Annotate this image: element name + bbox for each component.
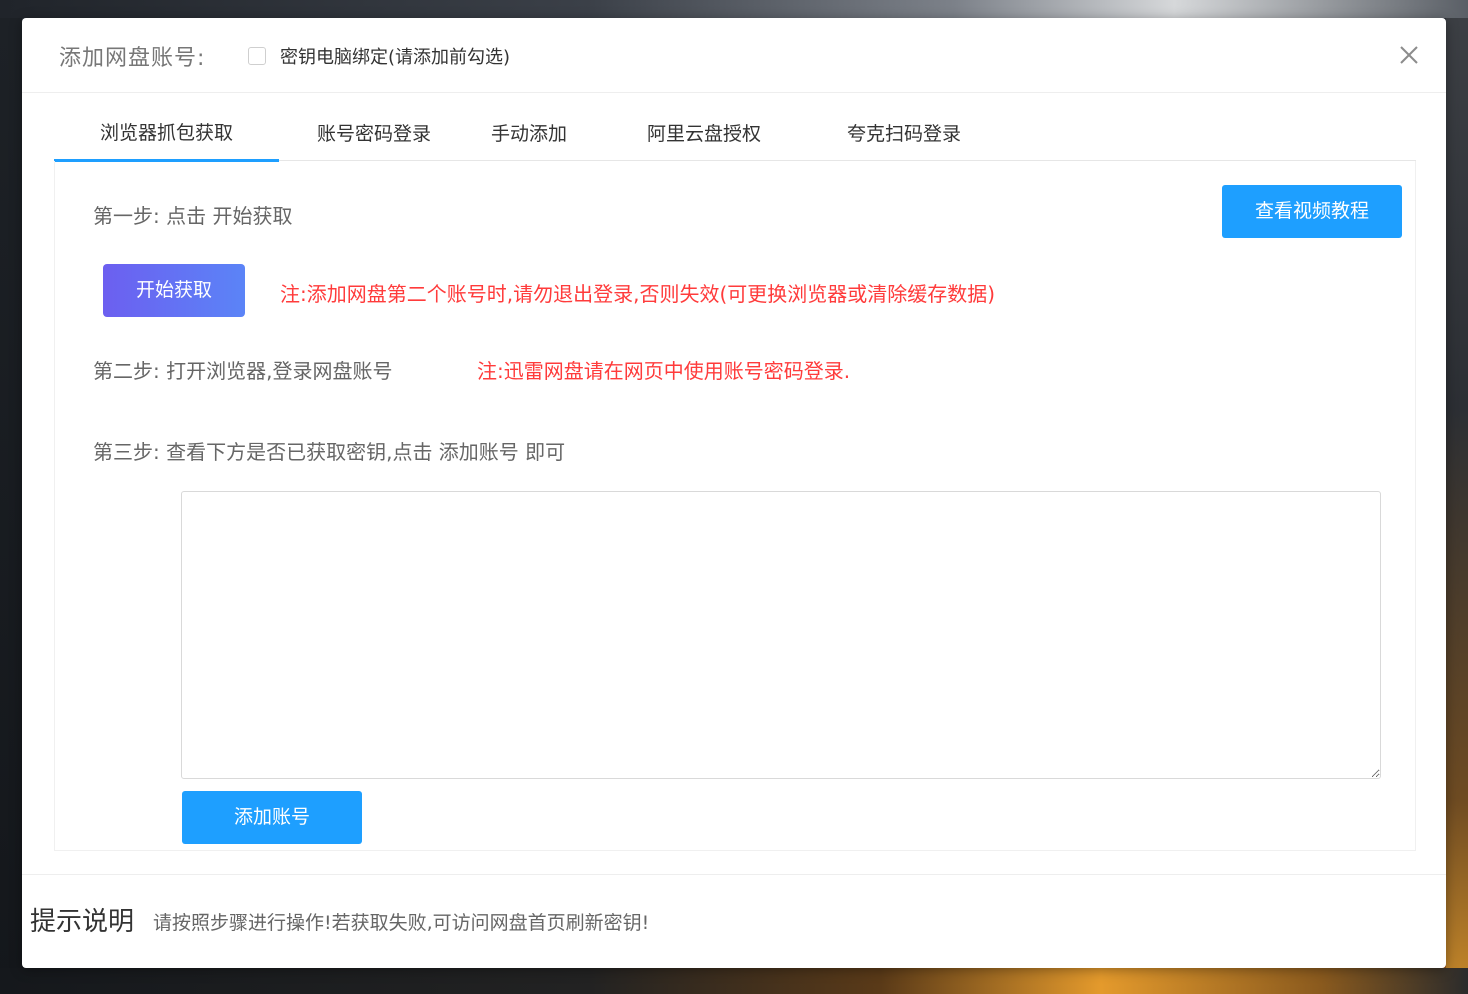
tab-password-login[interactable]: 账号密码登录 xyxy=(309,108,439,160)
bind-key-checkbox[interactable] xyxy=(248,47,266,65)
xunlei-note: 注:迅雷网盘请在网页中使用账号密码登录. xyxy=(477,359,851,383)
second-account-note: 注:添加网盘第二个账号时,请勿退出登录,否则失效(可更换浏览器或清除缓存数据) xyxy=(280,282,996,306)
tips-text: 请按照步骤进行操作!若获取失败,可访问网盘首页刷新密钥! xyxy=(153,912,650,934)
tips-title: 提示说明 xyxy=(30,907,135,937)
add-netdisk-account-dialog: 添加网盘账号: 密钥电脑绑定(请添加前勾选) 浏览器抓包获取 账号密码登录 手动… xyxy=(22,18,1446,968)
tab-quark-qr-login[interactable]: 夸克扫码登录 xyxy=(839,108,969,160)
step-three-text: 第三步: 查看下方是否已获取密钥,点击 添加账号 即可 xyxy=(93,440,566,464)
browser-capture-panel: 第一步: 点击 开始获取 查看视频教程 开始获取 注:添加网盘第二个账号时,请勿… xyxy=(54,161,1416,851)
background-city-right xyxy=(1446,18,1468,994)
dialog-title: 添加网盘账号: xyxy=(59,46,206,71)
background-city-left xyxy=(0,18,22,994)
background-city-bottom xyxy=(0,968,1468,994)
view-video-tutorial-button[interactable]: 查看视频教程 xyxy=(1222,185,1402,238)
background-city-top xyxy=(0,0,1468,18)
tab-aliyun-auth[interactable]: 阿里云盘授权 xyxy=(639,108,769,160)
tips-footer: 提示说明 请按照步骤进行操作!若获取失败,可访问网盘首页刷新密钥! xyxy=(22,874,1446,969)
bind-key-to-computer-option[interactable]: 密钥电脑绑定(请添加前勾选) xyxy=(248,44,510,68)
tab-manual-add[interactable]: 手动添加 xyxy=(484,108,574,160)
step-two-text: 第二步: 打开浏览器,登录网盘账号 xyxy=(93,359,393,383)
method-tabs: 浏览器抓包获取 账号密码登录 手动添加 阿里云盘授权 夸克扫码登录 xyxy=(54,108,1416,162)
dialog-header: 添加网盘账号: 密钥电脑绑定(请添加前勾选) xyxy=(22,18,1446,93)
step-one-text: 第一步: 点击 开始获取 xyxy=(93,204,293,228)
bind-key-checkbox-label[interactable]: 密钥电脑绑定(请添加前勾选) xyxy=(280,43,510,69)
tab-browser-capture[interactable]: 浏览器抓包获取 xyxy=(54,108,279,162)
close-icon[interactable] xyxy=(1398,44,1420,66)
start-capture-button[interactable]: 开始获取 xyxy=(103,264,245,317)
captured-key-textarea[interactable] xyxy=(181,491,1381,779)
add-account-button[interactable]: 添加账号 xyxy=(182,791,362,844)
